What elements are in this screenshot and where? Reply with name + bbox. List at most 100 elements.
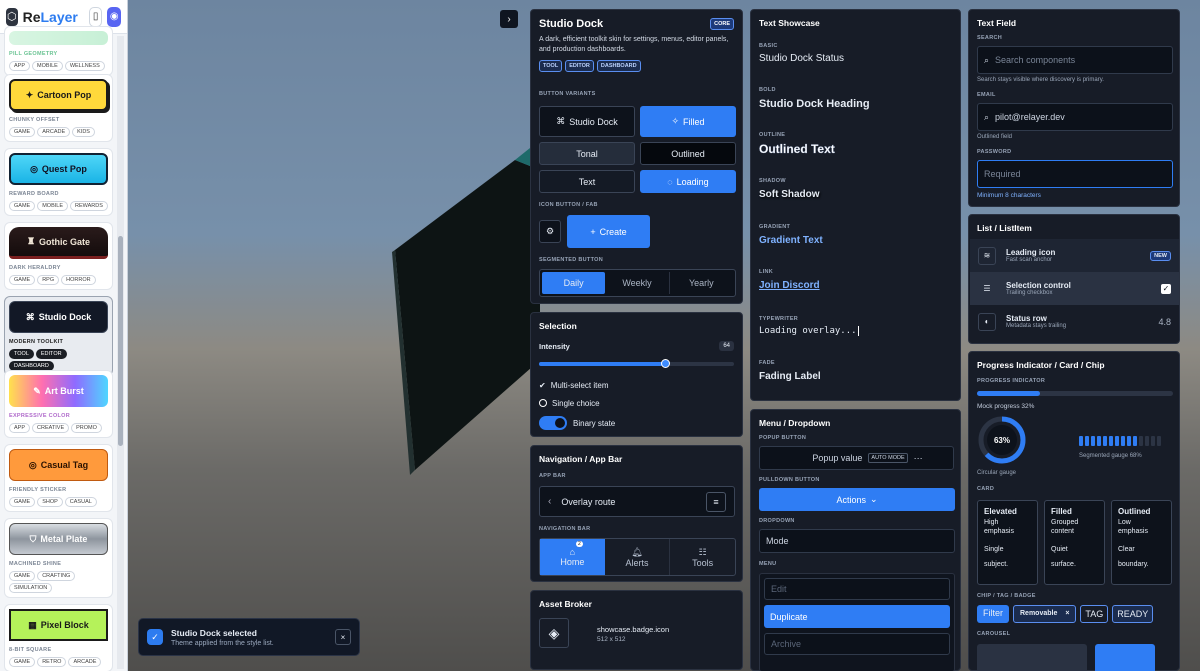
target-icon: ◎	[28, 459, 37, 470]
gauge-segment	[1103, 436, 1107, 446]
studio-dock-panel: Studio Dock CORE A dark, efficient toolk…	[530, 9, 743, 304]
sliders-icon: ☷	[698, 546, 707, 557]
menu-item-edit[interactable]: Edit	[764, 578, 950, 600]
settings-icon[interactable]: ⚙	[539, 220, 561, 243]
filled-button[interactable]: ✧ Filled	[640, 106, 736, 137]
menu-item-duplicate[interactable]: Duplicate	[764, 605, 950, 628]
search-input[interactable]: ⌕ Search components	[977, 46, 1173, 74]
card-outlined[interactable]: Outlined Low emphasis Clear boundary.	[1111, 500, 1172, 585]
carousel-slide[interactable]	[1095, 644, 1155, 671]
scene-cube	[392, 140, 540, 475]
actions-pulldown[interactable]: Actions ⌄	[759, 488, 955, 511]
style-card-metal-plate[interactable]: ⛉ Metal Plate MACHINED SHINE GAME CRAFTING…	[4, 518, 113, 598]
check-circle-icon: ✓	[147, 629, 163, 645]
back-icon[interactable]: ‹	[548, 496, 551, 507]
style-card-gothic-gate[interactable]: ♜ Gothic Gate DARK HERALDRY GAME RPG HORROR	[4, 222, 113, 290]
style-sidebar: ⬡ ReLayer ▯ ◉ PILL GEOMETRY APP MOBILE WEL…	[0, 0, 128, 671]
create-fab[interactable]: + Create	[567, 215, 650, 248]
core-badge: CORE	[710, 18, 734, 30]
gauge-segment	[1133, 436, 1137, 446]
tag-chip: APP	[9, 61, 31, 71]
loading-button[interactable]: ◌ Loading	[640, 170, 736, 193]
sidebar-scrollbar[interactable]	[117, 36, 124, 669]
radio-icon	[539, 399, 547, 407]
svg-text:63%: 63%	[994, 436, 1010, 445]
card-elevated[interactable]: Elevated High emphasis Single subject.	[977, 500, 1038, 585]
plus-icon: +	[590, 226, 596, 237]
discord-icon[interactable]: ◉	[107, 6, 121, 27]
list-item[interactable]: ◐ Status row Metadata stays trailing 4.8	[970, 305, 1179, 338]
list-item[interactable]: ☰ Selection control Trailing checkbox ✓	[970, 272, 1179, 305]
style-card-studio-dock[interactable]: ⌘ Studio Dock MODERN TOOLKIT TOOL EDITOR DA…	[4, 296, 113, 376]
style-card-pixel-block[interactable]: ▦ Pixel Block 8-BIT SQUARE GAME RETRO ARCAD…	[4, 604, 113, 671]
circular-gauge: 63%	[978, 416, 1026, 464]
email-field[interactable]: ⌕ pilot@relayer.dev	[977, 103, 1173, 131]
style-card-cartoon-pop[interactable]: ✦ Cartoon Pop CHUNKY OFFSET GAME ARCADE KID…	[4, 74, 113, 142]
nav-home[interactable]: ⌂ Home 2	[540, 539, 605, 575]
check-icon: ✔	[539, 381, 546, 390]
asset-icon: ◈	[539, 618, 569, 648]
gauge-segment	[1115, 436, 1119, 446]
menu-list: Edit Duplicate Archive	[759, 573, 955, 671]
outlined-button[interactable]: Outlined	[640, 142, 736, 165]
gauge-segment	[1085, 436, 1089, 446]
segment-weekly[interactable]: Weekly	[605, 272, 670, 294]
collapse-toggle-icon[interactable]: ›	[500, 10, 518, 28]
nav-tools[interactable]: ☷ Tools	[670, 539, 735, 575]
password-field[interactable]: Required	[977, 160, 1173, 188]
brand-name: ReLayer	[22, 8, 78, 25]
toast-close-button[interactable]: ×	[335, 629, 351, 645]
segment-yearly[interactable]: Yearly	[670, 272, 733, 294]
popup-button[interactable]: Popup value AUTO MODE ⋯	[759, 446, 954, 470]
segmented-gauge	[1079, 436, 1161, 446]
intensity-slider[interactable]	[539, 359, 734, 368]
style-card-quest-pop[interactable]: ◎ Quest Pop REWARD BOARD GAME MOBILE REWARD…	[4, 148, 113, 216]
card-filled[interactable]: Filled Grouped content Quiet surface.	[1044, 500, 1105, 585]
filter-chip[interactable]: Filter	[977, 605, 1009, 623]
chip-row: Filter Removable × TAG READY	[977, 605, 1154, 623]
layers-icon: ≋	[978, 246, 996, 265]
segment-daily[interactable]: Daily	[542, 272, 606, 294]
panel-description: A dark, efficient toolkit skin for setti…	[539, 36, 729, 53]
castle-icon: ♜	[26, 236, 36, 246]
binary-toggle[interactable]: Binary state	[539, 416, 734, 430]
style-card-art-burst[interactable]: ✎ Art Burst EXPRESSIVE COLOR APP CREATIVE P…	[4, 370, 113, 438]
carousel-slide[interactable]	[977, 644, 1087, 671]
list-panel: List / ListItem ≋ Leading icon Fast scan …	[968, 214, 1180, 344]
book-icon[interactable]: ▯	[88, 6, 103, 27]
single-choice-radio[interactable]: Single choice	[539, 399, 734, 408]
gauge-segment	[1109, 436, 1113, 446]
text-button[interactable]: Text	[539, 170, 635, 193]
brush-icon: ✎	[33, 385, 41, 396]
gauge-segment	[1145, 436, 1149, 446]
menu-item-archive[interactable]: Archive	[764, 633, 950, 655]
text-showcase-panel: Text Showcase BASIC Studio Dock Status B…	[750, 9, 961, 401]
studio-dock-button[interactable]: ⌘ Studio Dock	[539, 106, 635, 137]
nav-alerts[interactable]: 🔔︎ Alerts	[605, 539, 671, 575]
navigation-panel: Navigation / App Bar APP BAR ‹ Overlay r…	[530, 445, 743, 582]
style-card-casual-tag[interactable]: ◎ Casual Tag FRIENDLY STICKER GAME SHOP CAS…	[4, 444, 113, 512]
segmented-control: Daily Weekly Yearly	[539, 269, 736, 297]
style-card-pill[interactable]: PILL GEOMETRY APP MOBILE WELLNESS	[4, 26, 113, 76]
app-bar: ‹ Overlay route ≡	[539, 486, 735, 517]
navigation-bar: ⌂ Home 2 🔔︎ Alerts ☷ Tools	[539, 538, 736, 576]
chevron-down-icon: ⌄	[869, 494, 878, 504]
gauge-segment	[1127, 436, 1131, 446]
gauge-segment	[1091, 436, 1095, 446]
mode-dropdown[interactable]: Mode	[759, 529, 955, 553]
list-check-icon: ☰	[983, 284, 991, 293]
text-field-panel: Text Field SEARCH ⌕ Search components Sea…	[968, 9, 1180, 207]
multi-select-checkbox[interactable]: ✔ Multi-select item	[539, 381, 734, 390]
toggle-icon: ◐	[978, 312, 996, 331]
discord-link[interactable]: Join Discord	[759, 280, 820, 291]
list-item[interactable]: ≋ Leading icon Fast scan anchor NEW	[970, 239, 1179, 272]
grid-icon: ▦	[28, 619, 37, 630]
tag-chip: MOBILE	[32, 61, 63, 71]
sparkle-icon: ✦	[25, 89, 34, 100]
removable-chip[interactable]: Removable ×	[1013, 605, 1077, 623]
checkbox: ✓	[1161, 283, 1171, 294]
search-icon: ⌕	[984, 111, 990, 122]
intensity-value: 64	[719, 341, 734, 351]
menu-icon[interactable]: ≡	[706, 491, 726, 512]
tonal-button[interactable]: Tonal	[539, 142, 635, 165]
